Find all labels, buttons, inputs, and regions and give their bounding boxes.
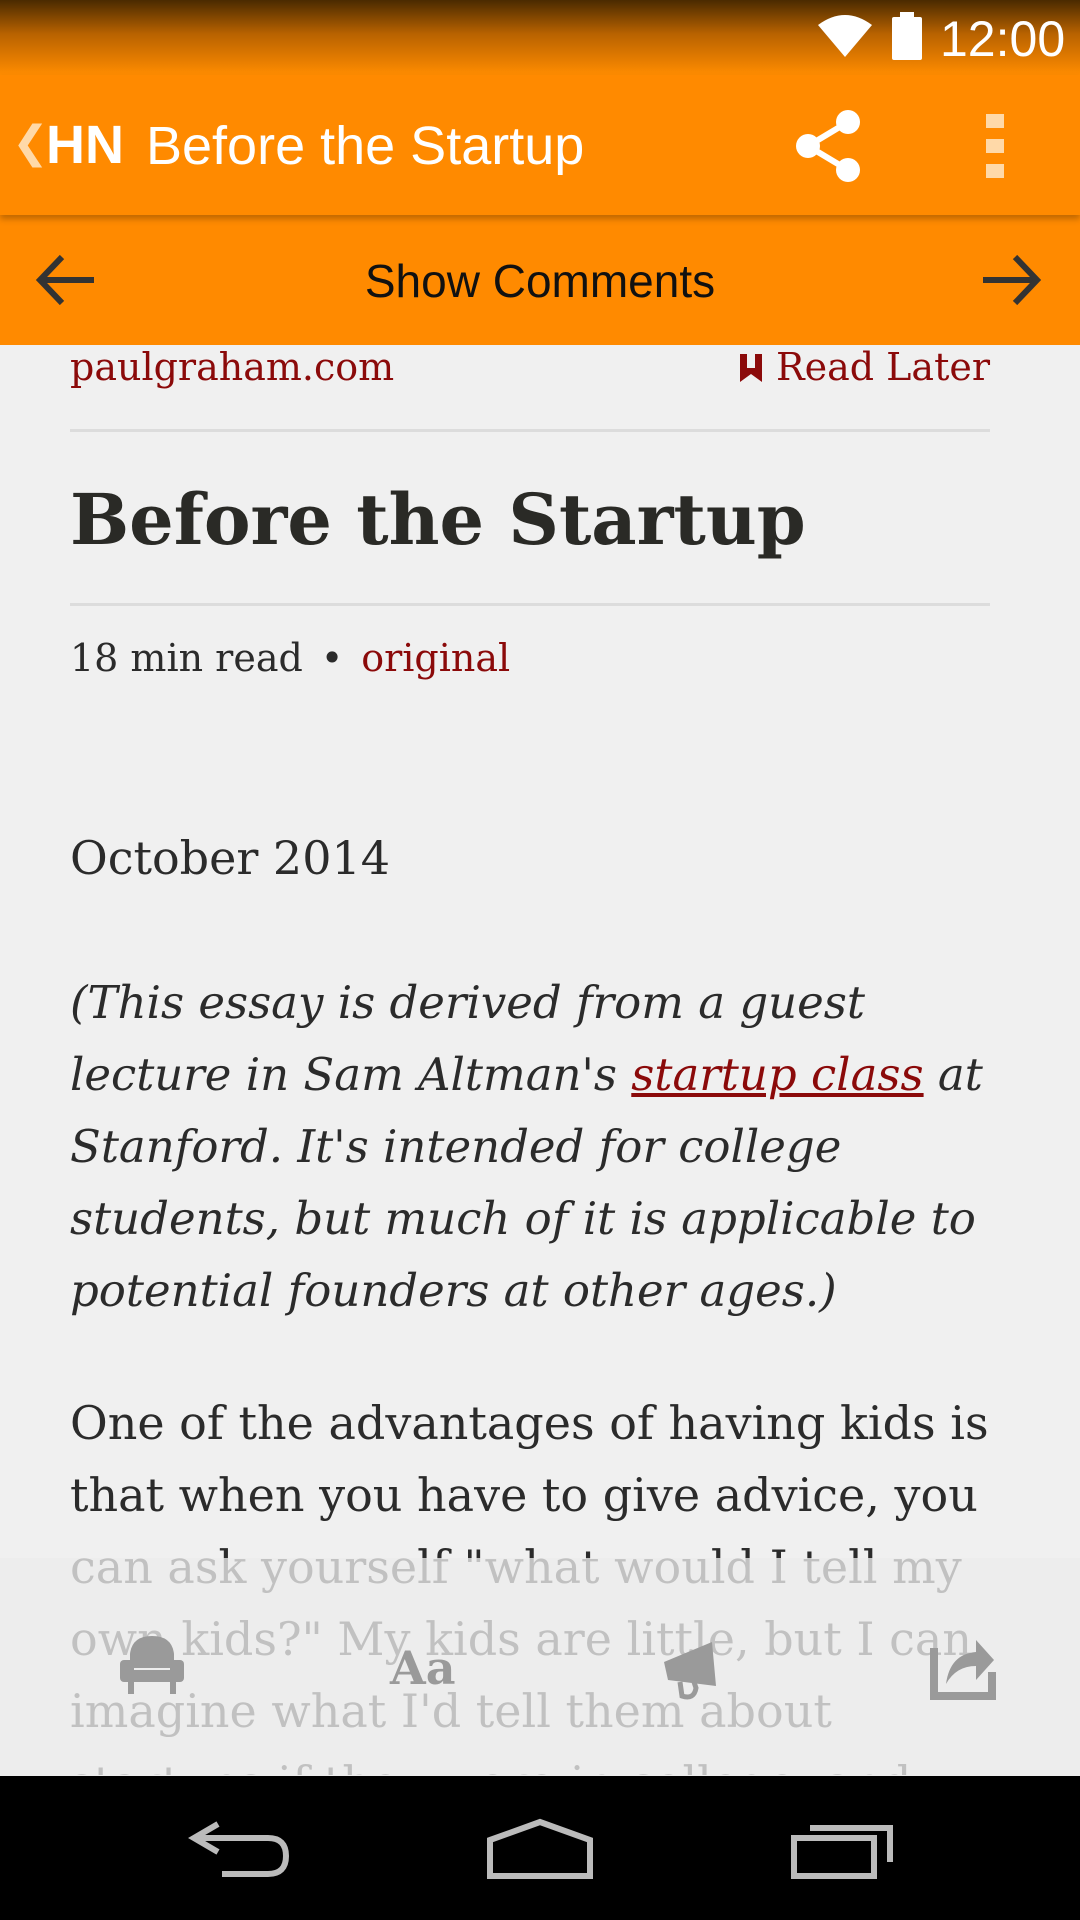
divider (70, 603, 990, 606)
battery-icon (892, 12, 922, 60)
show-comments-button[interactable]: Show Comments (0, 253, 1080, 309)
read-time: 18 min read (70, 636, 303, 680)
article-meta-row: paulgraham.com Read Later (70, 345, 990, 405)
nav-recents-icon[interactable] (790, 1816, 896, 1880)
megaphone-icon[interactable] (660, 1624, 724, 1704)
nav-home-icon[interactable] (484, 1816, 596, 1880)
wifi-icon (818, 15, 872, 57)
app-logo[interactable]: HN (46, 115, 124, 175)
action-bar: ❮ HN Before the Startup (0, 75, 1080, 215)
back-chevron-icon[interactable]: ❮ (12, 121, 49, 165)
source-domain-link[interactable]: paulgraham.com (70, 345, 394, 389)
separator: • (320, 636, 344, 680)
status-bar: 12:00 (0, 0, 1080, 75)
divider (70, 429, 990, 432)
status-time: 12:00 (940, 11, 1066, 67)
article-headline: Before the Startup (70, 478, 806, 561)
comments-bar: Show Comments (0, 215, 1080, 345)
article-intro: (This essay is derived from a guest lect… (70, 967, 1000, 1327)
article-date: October 2014 (70, 831, 391, 885)
share-out-icon[interactable] (930, 1624, 996, 1704)
arrow-right-icon[interactable] (975, 245, 1045, 315)
article-subline: 18 min read • original (70, 635, 510, 681)
system-nav-bar (0, 1776, 1080, 1920)
armchair-icon[interactable] (118, 1624, 186, 1704)
reader-toolbar: Aa (0, 1558, 1080, 1776)
read-later-label: Read Later (776, 345, 990, 389)
original-link[interactable]: original (361, 636, 510, 680)
page-title: Before the Startup (146, 116, 585, 176)
nav-back-icon[interactable] (188, 1816, 292, 1880)
startup-class-link[interactable]: startup class (631, 1048, 923, 1101)
bookmark-icon (740, 354, 763, 382)
font-size-icon[interactable]: Aa (390, 1640, 456, 1720)
share-icon[interactable] (790, 108, 866, 184)
read-later-button[interactable]: Read Later (740, 345, 990, 389)
overflow-menu-icon[interactable] (983, 111, 1009, 181)
